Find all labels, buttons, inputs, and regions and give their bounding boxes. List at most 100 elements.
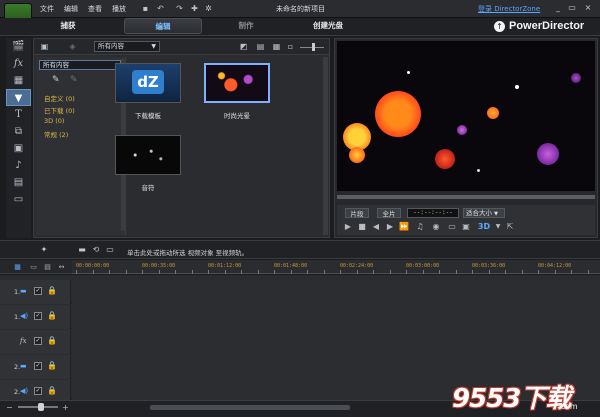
- slideshow-tab-icon[interactable]: ▭: [28, 262, 39, 272]
- close-button[interactable]: ×: [582, 3, 594, 13]
- timeline-scroll-thumb[interactable]: [150, 405, 350, 410]
- save-icon[interactable]: ▪: [141, 4, 150, 13]
- storyboard-tab-icon[interactable]: ▤: [42, 262, 53, 272]
- track-lane[interactable]: [72, 280, 600, 304]
- track-lane[interactable]: [72, 330, 600, 354]
- magic-tools-icon[interactable]: ✦: [38, 245, 50, 255]
- ruler-tick: [274, 270, 275, 274]
- login-directorzone-link[interactable]: 登录 DirectorZone: [478, 4, 540, 14]
- plugin-icon[interactable]: ◈: [68, 42, 77, 51]
- thumbnail-notes[interactable]: [115, 135, 181, 175]
- ruler-tick: [175, 270, 176, 274]
- minimize-button[interactable]: _: [552, 3, 564, 13]
- fit-size-dropdown[interactable]: 适合大小 ▼: [463, 208, 505, 218]
- timeline-zoom-knob[interactable]: [38, 403, 44, 411]
- stop-icon[interactable]: ■: [357, 222, 367, 232]
- thumbnail-size-knob[interactable]: [312, 43, 315, 51]
- chevron-down-icon[interactable]: ▼: [493, 222, 503, 232]
- thumbnail-size-icon[interactable]: ▫: [286, 42, 295, 51]
- pip-room-icon[interactable]: ▦: [6, 72, 31, 89]
- gear-icon[interactable]: ✲: [204, 4, 213, 13]
- ruler-tick: [373, 270, 374, 274]
- lock-icon[interactable]: 🔒: [47, 311, 57, 320]
- undock-icon[interactable]: ⇱: [505, 222, 515, 232]
- fx-room-icon[interactable]: fx: [6, 55, 31, 72]
- lock-icon[interactable]: 🔒: [47, 336, 57, 345]
- menu-play[interactable]: 播放: [112, 4, 126, 14]
- storyboard-view-icon[interactable]: ⟲: [90, 245, 102, 255]
- particle-designer-icon[interactable]: ◩: [239, 42, 248, 51]
- voiceover-room-icon[interactable]: ♪: [6, 157, 31, 174]
- tab-produce[interactable]: 制作: [218, 18, 274, 34]
- transition-room-icon[interactable]: ⧉: [6, 123, 31, 140]
- category-item[interactable]: 常规 (2): [44, 129, 68, 139]
- timeline-ruler[interactable]: 00:00:00:00 00:00:35:00 00:01:12:00 00:01:4…: [72, 260, 600, 274]
- menu-edit[interactable]: 编辑: [64, 4, 78, 14]
- subtitle-room-icon[interactable]: ▭: [6, 191, 31, 208]
- track-enable-checkbox[interactable]: ✓: [34, 287, 42, 295]
- lock-icon[interactable]: 🔒: [47, 286, 57, 295]
- thumbnail-fashion-bokeh[interactable]: [204, 63, 270, 103]
- chapter-room-icon[interactable]: ▤: [6, 174, 31, 191]
- particle-room-icon[interactable]: ▼: [6, 89, 31, 106]
- fit-timeline-icon[interactable]: ↔: [56, 262, 67, 272]
- menu-file[interactable]: 文件: [40, 4, 54, 14]
- lock-icon[interactable]: 🔒: [47, 361, 57, 370]
- track-enable-checkbox[interactable]: ✓: [34, 312, 42, 320]
- play-icon[interactable]: ▶: [343, 222, 353, 232]
- category-all[interactable]: 所有内容: [39, 60, 121, 70]
- bokeh-orb: [457, 125, 467, 135]
- ruler-tick: [241, 270, 242, 274]
- lock-icon[interactable]: 🔒: [47, 386, 57, 395]
- track-lane[interactable]: [72, 355, 600, 379]
- next-frame-icon[interactable]: ▶: [385, 222, 395, 232]
- category-item[interactable]: 自定义 (0): [44, 93, 75, 103]
- preview-progress-bar[interactable]: [337, 195, 595, 199]
- tab-create-disc[interactable]: 创建光盘: [300, 18, 356, 34]
- movie-mode-button[interactable]: 全片: [377, 208, 401, 218]
- content-filter-dropdown[interactable]: 所有内容 ▼: [94, 41, 160, 52]
- ruler-tick: [158, 270, 160, 274]
- redo-icon[interactable]: ↷: [175, 4, 184, 13]
- media-room-icon[interactable]: 🎬: [6, 38, 31, 55]
- restore-button[interactable]: ▭: [566, 3, 578, 13]
- library-scrollbar[interactable]: [323, 57, 328, 235]
- ruler-tick: [439, 270, 440, 274]
- timeline-tab-icon[interactable]: ▦: [12, 262, 23, 272]
- zoom-in-icon[interactable]: +: [62, 403, 69, 412]
- audio-mix-room-icon[interactable]: ▣: [6, 140, 31, 157]
- track-enable-checkbox[interactable]: ✓: [34, 337, 42, 345]
- tab-edit[interactable]: 编辑: [124, 18, 202, 34]
- split-icon[interactable]: ▭: [104, 245, 116, 255]
- list-view-icon[interactable]: ▤: [256, 42, 265, 51]
- category-item[interactable]: 已下载 (0): [44, 105, 75, 115]
- remove-tag-icon[interactable]: ✎: [70, 75, 78, 85]
- tab-capture[interactable]: 捕获: [40, 18, 96, 34]
- undo-icon[interactable]: ↶: [156, 4, 165, 13]
- track-enable-checkbox[interactable]: ✓: [34, 387, 42, 395]
- thumbnail-download-templates[interactable]: dZ: [115, 63, 181, 103]
- previous-frame-icon[interactable]: ◀: [371, 222, 381, 232]
- monitor-icon[interactable]: ▭: [447, 222, 457, 232]
- fast-forward-icon[interactable]: ⏩: [399, 222, 409, 232]
- fullscreen-icon[interactable]: ▣: [461, 222, 471, 232]
- volume-icon[interactable]: ♫: [415, 222, 425, 232]
- ruler-tick: [290, 270, 292, 274]
- upgrade-arrow-icon[interactable]: ↑: [494, 21, 505, 32]
- clip-mode-button[interactable]: 片段: [345, 208, 369, 218]
- track-enable-checkbox[interactable]: ✓: [34, 362, 42, 370]
- import-icon[interactable]: ▣: [40, 42, 49, 51]
- zoom-out-icon[interactable]: −: [6, 403, 13, 412]
- category-item[interactable]: 3D (0): [44, 117, 64, 125]
- grid-view-icon[interactable]: ▦: [272, 42, 281, 51]
- preview-screen[interactable]: [337, 41, 595, 191]
- title-room-icon[interactable]: T: [6, 106, 31, 123]
- puzzle-icon[interactable]: ✚: [190, 4, 199, 13]
- snapshot-icon[interactable]: ◉: [431, 222, 441, 232]
- timeline-view-icon[interactable]: ▬: [76, 245, 88, 255]
- menu-view[interactable]: 查看: [88, 4, 102, 14]
- track-lane[interactable]: [72, 305, 600, 329]
- timecode-field[interactable]: --:--:--:--: [407, 208, 459, 218]
- add-tag-icon[interactable]: ✎: [52, 75, 60, 85]
- 3d-mode-icon[interactable]: 3D: [477, 222, 491, 232]
